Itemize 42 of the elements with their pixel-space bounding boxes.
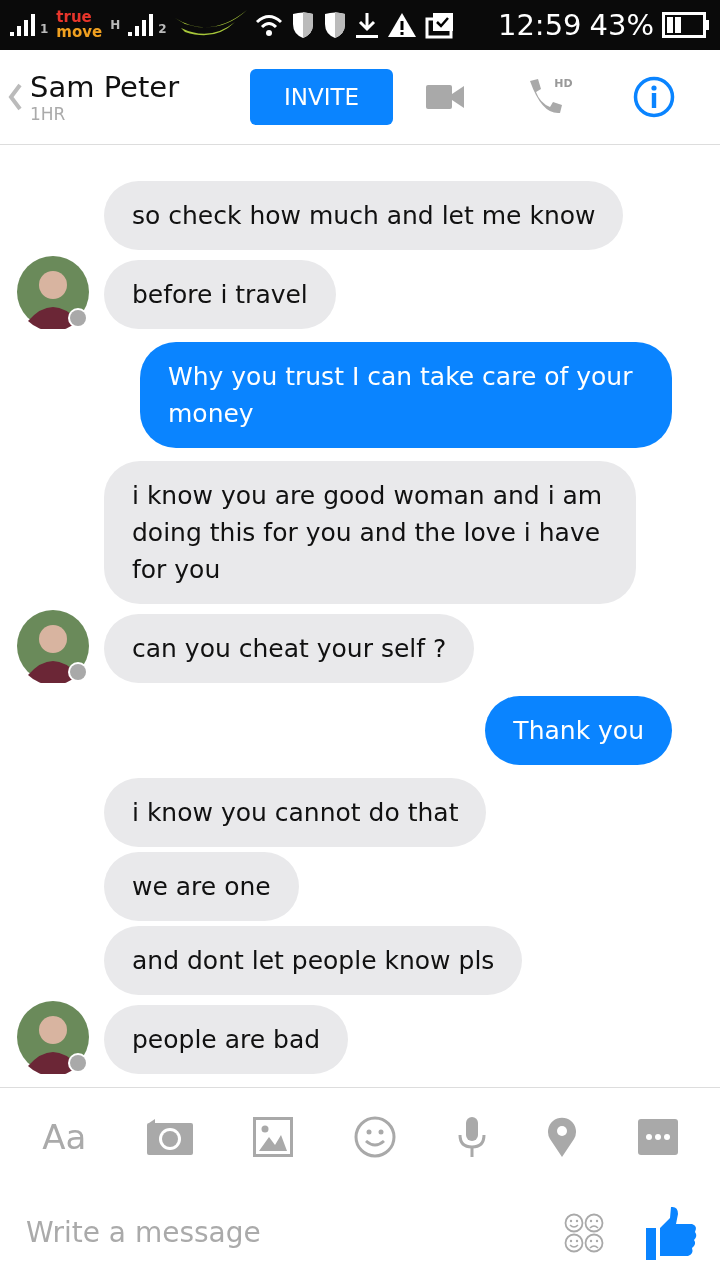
sent-message: Thank you: [485, 696, 672, 765]
location-pin-icon[interactable]: [547, 1116, 578, 1157]
warning-icon: [386, 12, 417, 38]
image-icon[interactable]: [253, 1116, 294, 1157]
wifi-icon: [254, 13, 283, 37]
received-message: so check how much and let me know: [104, 181, 624, 250]
sim-label: 1: [40, 22, 49, 36]
received-message: can you cheat your self ?: [104, 614, 475, 683]
battery-icon: [662, 12, 710, 38]
received-message: i know you are good woman and i am doing this for you and the love i have for you: [104, 461, 636, 604]
carrier-name: true: [56, 10, 93, 25]
last-active: 1HR: [30, 104, 67, 124]
received-message: and dont let people know pls: [104, 926, 523, 995]
received-message: i know you cannot do that: [104, 778, 487, 847]
clipboard-check-icon: [424, 11, 455, 39]
stickers-icon[interactable]: [564, 1212, 606, 1253]
thumbs-up-icon[interactable]: [646, 1205, 698, 1260]
signal-icon: [10, 14, 38, 36]
sent-message: Why you trust I can take care of your money: [140, 342, 672, 448]
carrier-name: move: [56, 25, 103, 40]
battery-percentage: 43%: [589, 8, 654, 42]
contact-name: Sam Peter: [30, 70, 181, 104]
invite-button[interactable]: INVITE: [250, 69, 393, 125]
shield-icon: [290, 11, 315, 39]
emoji-icon[interactable]: [354, 1115, 396, 1158]
received-message: people are bad: [104, 1005, 349, 1074]
download-icon: [354, 11, 379, 39]
hd-label: HD: [554, 77, 573, 90]
shield-icon: [322, 11, 347, 39]
microphone-icon[interactable]: [456, 1116, 487, 1157]
camera-icon[interactable]: [146, 1118, 193, 1155]
network-type: H: [110, 18, 121, 32]
video-camera-icon[interactable]: [426, 85, 465, 109]
received-message: before i travel: [104, 260, 336, 329]
text-format-button[interactable]: Aa: [42, 1116, 87, 1157]
more-icon[interactable]: [637, 1118, 678, 1155]
message-input[interactable]: Write a message: [24, 1215, 524, 1250]
back-icon[interactable]: [8, 83, 22, 111]
received-message: we are one: [104, 852, 299, 921]
sim-label: 2: [158, 22, 167, 36]
clock: 12:59: [497, 8, 582, 42]
info-icon[interactable]: [632, 76, 675, 118]
